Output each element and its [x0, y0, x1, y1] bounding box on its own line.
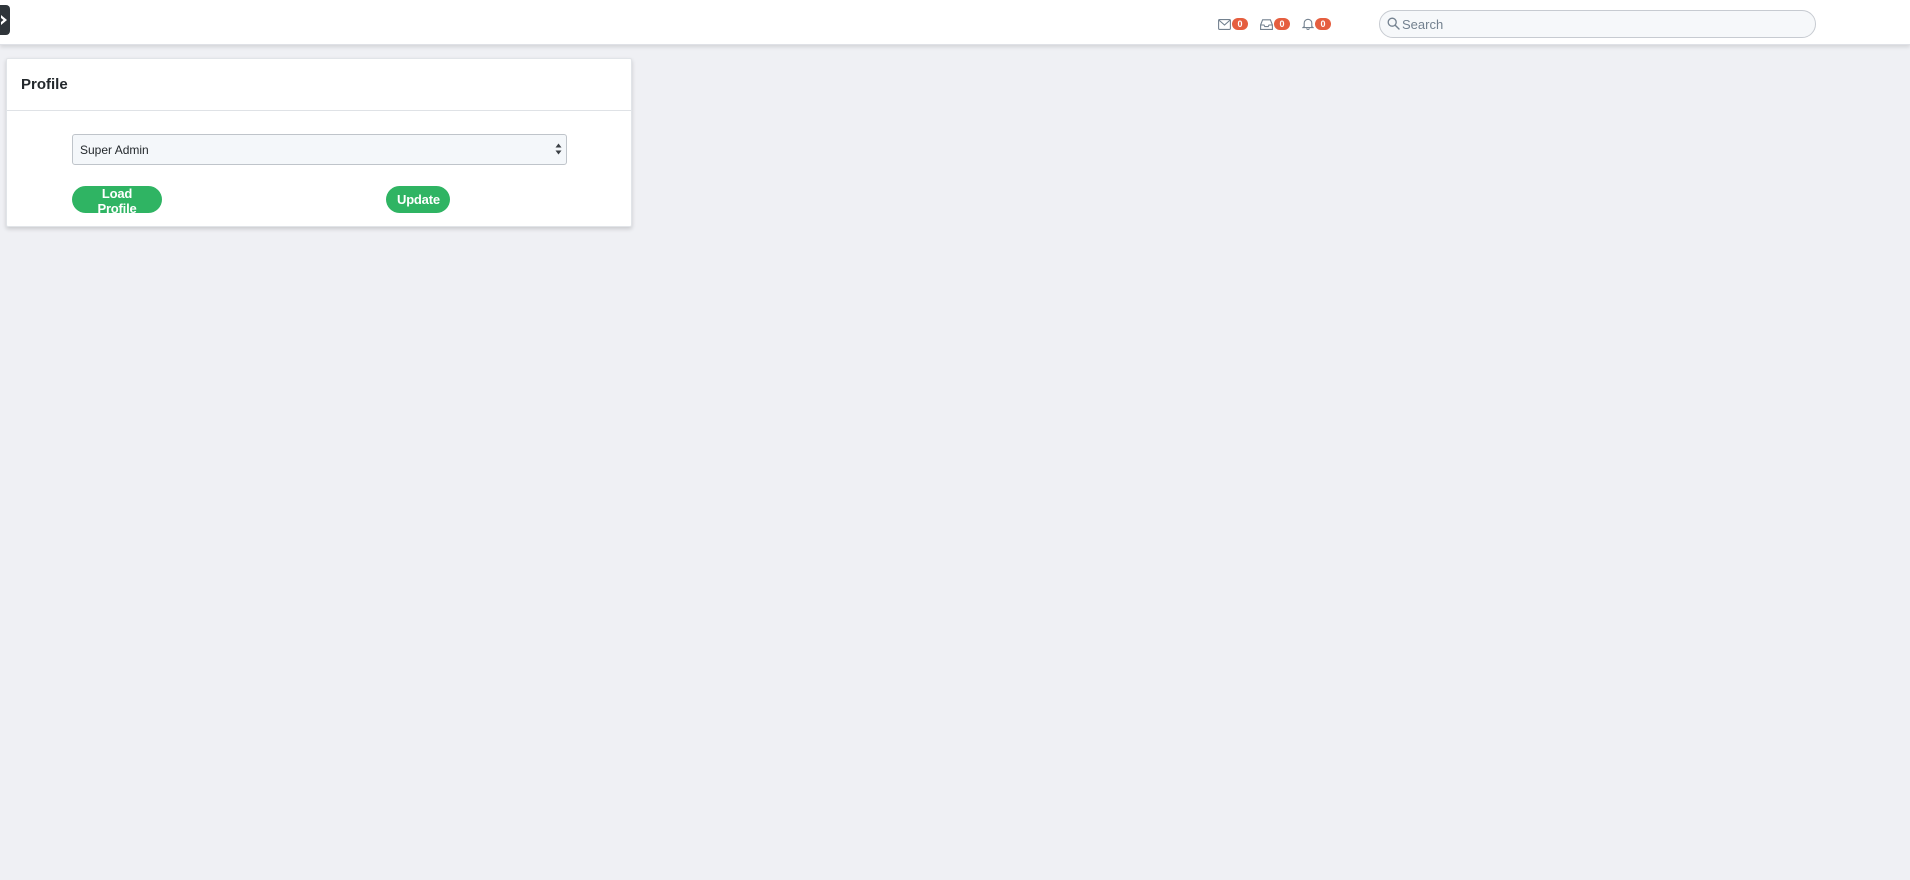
messages-badge: 0 — [1232, 18, 1248, 30]
load-profile-button[interactable]: Load Profile — [72, 186, 162, 216]
inbox-badge: 0 — [1274, 18, 1290, 30]
search-input[interactable] — [1379, 10, 1816, 38]
chevron-right-icon — [1, 15, 7, 25]
nav-icon-group: 0 0 0 — [1218, 16, 1343, 32]
notifications-nav-item[interactable]: 0 — [1302, 18, 1331, 30]
profile-select[interactable]: Super Admin — [72, 134, 567, 165]
card-header: Profile — [7, 59, 631, 111]
notifications-badge: 0 — [1315, 18, 1331, 30]
card-title: Profile — [21, 76, 68, 93]
update-button[interactable]: Update — [386, 186, 450, 213]
search-box — [1379, 10, 1816, 38]
inbox-tray-icon — [1260, 18, 1273, 30]
bell-icon — [1302, 18, 1314, 30]
card-body: Super Admin Load Profile Update — [7, 111, 631, 227]
inbox-nav-item[interactable]: 0 — [1260, 18, 1290, 30]
profile-card: Profile Super Admin Load Profile Update — [6, 58, 632, 227]
profile-select-wrapper: Super Admin — [72, 134, 567, 165]
top-navbar: 0 0 0 — [0, 0, 1910, 45]
envelope-icon — [1218, 18, 1231, 30]
messages-nav-item[interactable]: 0 — [1218, 18, 1248, 30]
sidebar-toggle-button[interactable] — [0, 5, 10, 35]
